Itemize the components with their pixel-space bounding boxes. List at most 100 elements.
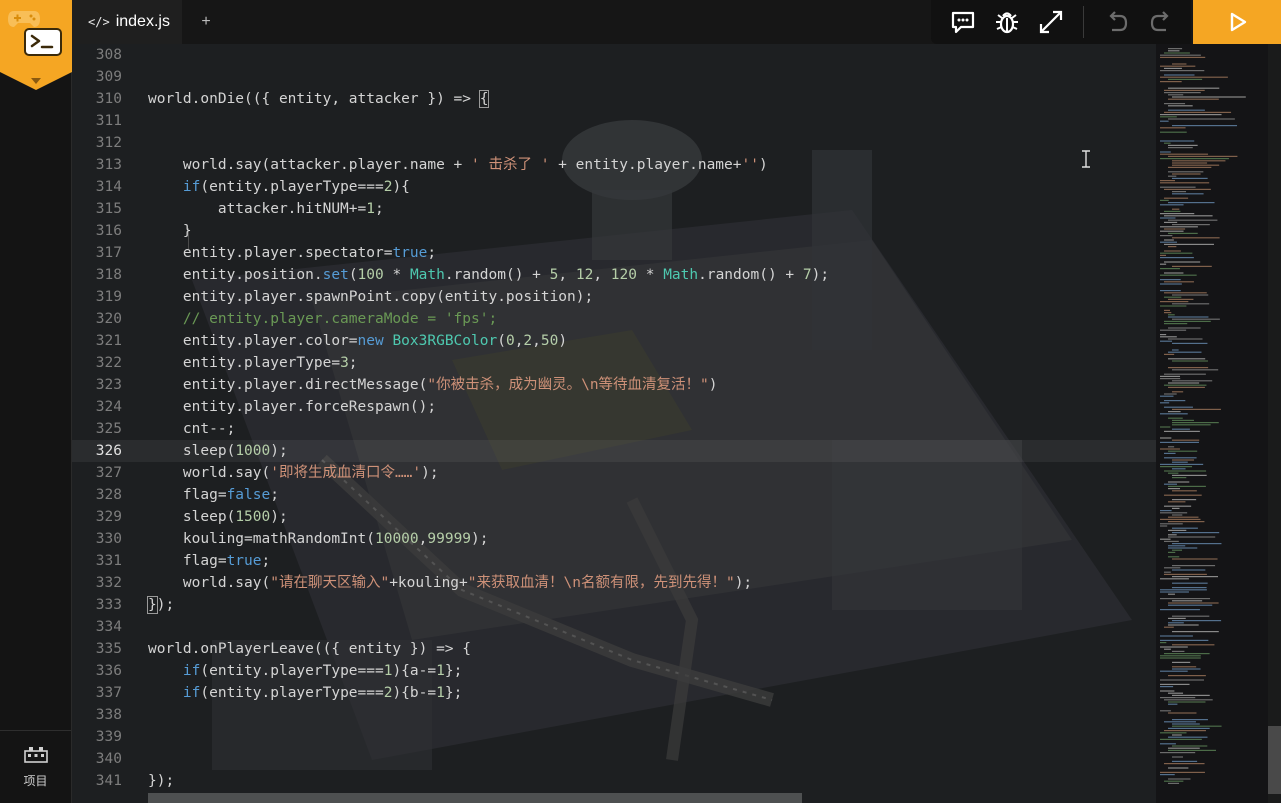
minimap-line bbox=[1160, 510, 1172, 512]
minimap-line bbox=[1160, 301, 1189, 303]
minimap-line bbox=[1160, 182, 1210, 184]
line-number: 341 bbox=[95, 773, 122, 789]
minimap-line bbox=[1172, 615, 1210, 617]
minimap-line bbox=[1172, 177, 1208, 179]
minimap-line bbox=[1164, 483, 1178, 485]
minimap-line bbox=[1164, 221, 1178, 223]
minimap-line bbox=[1160, 642, 1167, 644]
minimap-line bbox=[1168, 551, 1176, 553]
minimap-line bbox=[1160, 65, 1196, 67]
code-text: world.onDie(({ entity, attacker }) => { bbox=[148, 90, 490, 108]
code-text: if(entity.playerType===2){ bbox=[182, 179, 410, 195]
tab-index-js[interactable]: </> index.js bbox=[72, 0, 182, 44]
minimap-line bbox=[1172, 474, 1207, 476]
vertical-scroll-thumb[interactable] bbox=[1268, 726, 1281, 794]
undo-icon[interactable] bbox=[1103, 8, 1131, 36]
minimap-line bbox=[1160, 254, 1167, 256]
minimap-line bbox=[1172, 391, 1184, 393]
vertical-scroll-track[interactable] bbox=[1268, 44, 1281, 803]
minimap-line bbox=[1172, 63, 1187, 65]
code-line-340: 340 bbox=[72, 748, 1156, 770]
code-text: if(entity.playerType===1){a-=1}; bbox=[182, 663, 463, 679]
minimap-line bbox=[1160, 402, 1170, 404]
minimap-line bbox=[1172, 173, 1201, 175]
run-button[interactable] bbox=[1193, 0, 1281, 44]
minimap[interactable] bbox=[1156, 44, 1268, 803]
minimap-line bbox=[1160, 263, 1167, 265]
minimap-line bbox=[1172, 224, 1210, 226]
minimap-line bbox=[1160, 230, 1184, 232]
chevron-down-icon[interactable] bbox=[31, 78, 41, 84]
minimap-line bbox=[1168, 175, 1177, 177]
minimap-line bbox=[1168, 521, 1205, 523]
minimap-line bbox=[1168, 298, 1194, 300]
project-button[interactable]: 项目 bbox=[0, 742, 71, 792]
bug-icon[interactable] bbox=[993, 8, 1021, 36]
minimap-line bbox=[1160, 274, 1197, 276]
expand-icon[interactable] bbox=[1037, 8, 1065, 36]
minimap-line bbox=[1168, 701, 1206, 703]
add-tab-button[interactable]: + bbox=[194, 10, 218, 34]
minimap-line bbox=[1168, 778, 1191, 780]
code-area[interactable]: 308 309 310 world.onDie(({ entity, attack… bbox=[72, 44, 1156, 803]
minimap-line bbox=[1168, 593, 1175, 595]
minimap-line bbox=[1172, 294, 1209, 296]
minimap-line bbox=[1172, 208, 1180, 210]
minimap-line bbox=[1172, 565, 1216, 567]
chat-icon[interactable] bbox=[949, 8, 977, 36]
minimap-line bbox=[1160, 774, 1175, 776]
minimap-line bbox=[1160, 589, 1207, 591]
code-line-337: 337 if(entity.playerType===2){b-=1}; bbox=[72, 682, 1156, 704]
minimap-line bbox=[1164, 228, 1186, 230]
minimap-line bbox=[1172, 558, 1218, 560]
minimap-line bbox=[1168, 358, 1206, 360]
line-number: 314 bbox=[95, 179, 122, 195]
code-text: entity.player.color=new Box3RGBColor(0,2… bbox=[148, 333, 568, 349]
line-number: 324 bbox=[95, 399, 122, 415]
minimap-line bbox=[1164, 400, 1186, 402]
minimap-line bbox=[1164, 292, 1207, 294]
code-editor: </> index.js + 308 309 310 world.onDie((… bbox=[72, 0, 1281, 803]
minimap-line bbox=[1164, 92, 1201, 94]
minimap-line bbox=[1160, 151, 1171, 153]
minimap-line bbox=[1160, 646, 1188, 648]
minimap-line bbox=[1168, 488, 1181, 490]
minimap-line bbox=[1168, 382, 1200, 384]
minimap-line bbox=[1164, 89, 1205, 91]
minimap-line bbox=[1160, 54, 1201, 56]
minimap-line bbox=[1172, 191, 1187, 193]
minimap-line bbox=[1164, 250, 1181, 252]
app-badge[interactable] bbox=[0, 0, 72, 72]
code-line-341: 341}); bbox=[72, 770, 1156, 792]
minimap-line bbox=[1168, 703, 1178, 705]
code-text: attacker.hitNUM+=1; bbox=[148, 201, 384, 217]
minimap-line bbox=[1172, 349, 1179, 351]
line-number: 334 bbox=[95, 619, 122, 635]
game-controller-icon bbox=[8, 11, 40, 27]
minimap-line bbox=[1160, 413, 1188, 415]
minimap-line bbox=[1168, 604, 1213, 606]
line-number: 339 bbox=[95, 729, 122, 745]
redo-icon[interactable] bbox=[1147, 8, 1175, 36]
minimap-line bbox=[1164, 470, 1207, 472]
minimap-line bbox=[1172, 650, 1185, 652]
minimap-line bbox=[1160, 609, 1200, 611]
minimap-line bbox=[1160, 153, 1209, 155]
minimap-line bbox=[1160, 512, 1188, 514]
line-number: 337 bbox=[95, 685, 122, 701]
line-number: 332 bbox=[95, 575, 122, 591]
minimap-line bbox=[1164, 103, 1186, 105]
minimap-line bbox=[1160, 466, 1193, 468]
minimap-line bbox=[1172, 694, 1210, 696]
code-line-311: 311 bbox=[72, 110, 1156, 132]
minimap-line bbox=[1168, 782, 1180, 784]
code-line-310: 310 world.onDie(({ entity, attacker }) =>… bbox=[72, 88, 1156, 110]
minimap-line bbox=[1168, 417, 1183, 419]
minimap-line bbox=[1172, 532, 1220, 534]
horizontal-scrollbar[interactable] bbox=[148, 793, 802, 803]
minimap-line bbox=[1168, 547, 1198, 549]
line-number: 326 bbox=[95, 443, 122, 459]
minimap-line bbox=[1164, 272, 1184, 274]
minimap-line bbox=[1168, 481, 1190, 483]
minimap-line bbox=[1168, 314, 1175, 316]
